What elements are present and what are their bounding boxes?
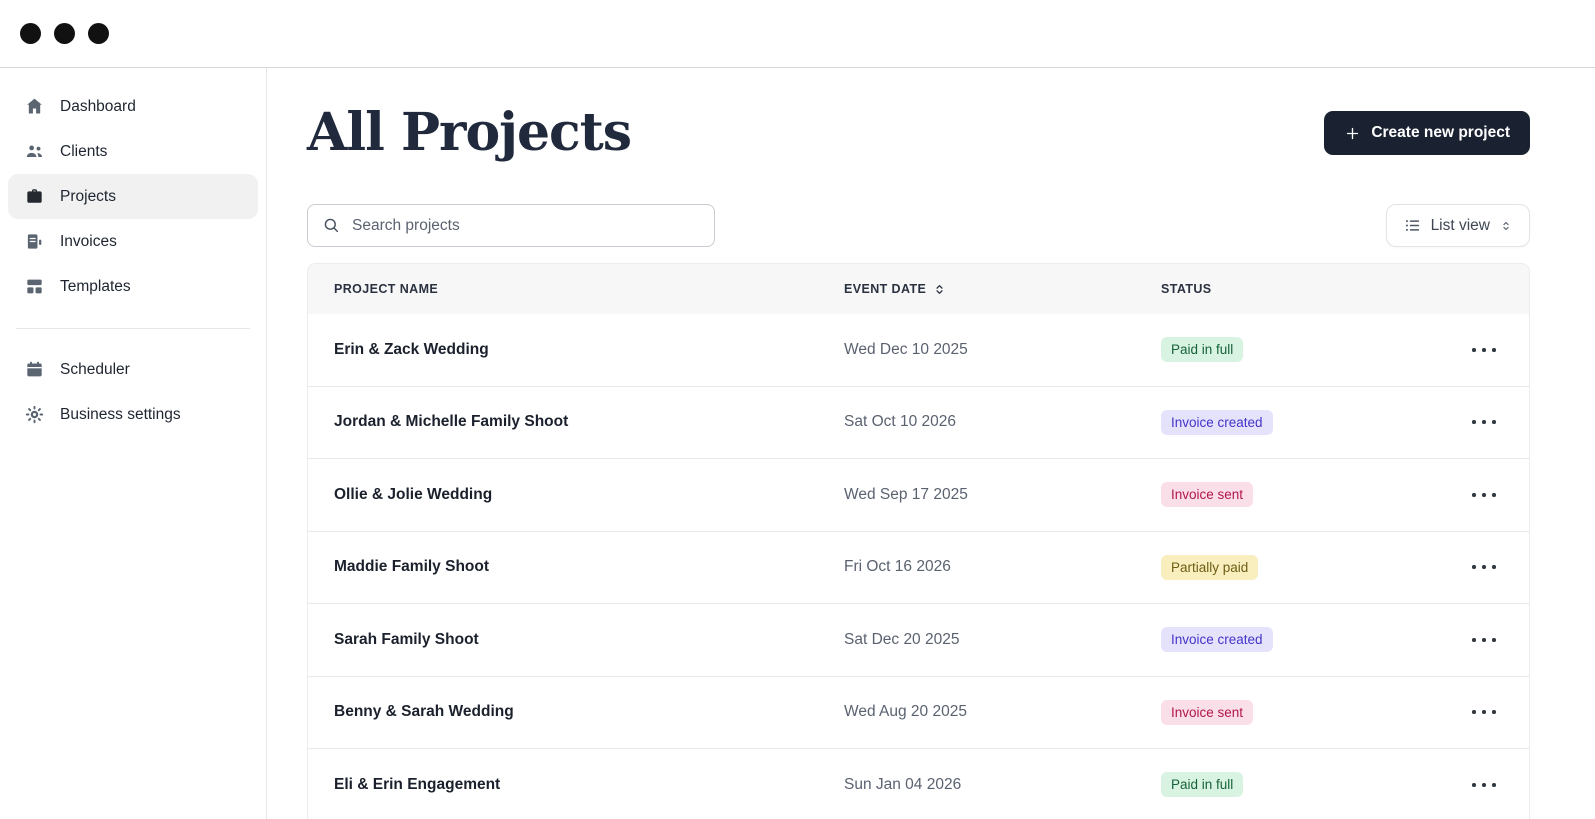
- table-row[interactable]: Sarah Family ShootSat Dec 20 2025Invoice…: [308, 604, 1529, 677]
- table-row[interactable]: Jordan & Michelle Family ShootSat Oct 10…: [308, 387, 1529, 460]
- sidebar-item-label: Invoices: [60, 233, 117, 251]
- sidebar-item-templates[interactable]: Templates: [8, 264, 258, 309]
- window-controls: [20, 23, 109, 44]
- table-row[interactable]: Erin & Zack WeddingWed Dec 10 2025Paid i…: [308, 314, 1529, 387]
- row-actions-menu-button[interactable]: [1464, 775, 1504, 795]
- sidebar-item-label: Dashboard: [60, 98, 136, 116]
- gear-icon: [23, 404, 45, 426]
- status-badge: Partially paid: [1161, 555, 1258, 580]
- event-date-cell: Sat Oct 10 2026: [844, 413, 1161, 431]
- search-icon: [322, 216, 341, 235]
- window-control-dot[interactable]: [54, 23, 75, 44]
- status-badge: Invoice created: [1161, 627, 1273, 652]
- list-icon: [1403, 216, 1422, 235]
- status-badge: Paid in full: [1161, 772, 1243, 797]
- sidebar-divider: [16, 328, 250, 329]
- window-control-dot[interactable]: [20, 23, 41, 44]
- sidebar-item-label: Projects: [60, 188, 116, 206]
- status-cell: Invoice sent: [1161, 482, 1439, 507]
- sidebar-nav-secondary: Scheduler Business settings: [8, 347, 258, 437]
- status-cell: Paid in full: [1161, 772, 1439, 797]
- sidebar-item-clients[interactable]: Clients: [8, 129, 258, 174]
- event-date-cell: Wed Sep 17 2025: [844, 486, 1161, 504]
- event-date-cell: Wed Dec 10 2025: [844, 341, 1161, 359]
- project-name-cell: Ollie & Jolie Wedding: [334, 486, 844, 504]
- row-actions-menu-button[interactable]: [1464, 485, 1504, 505]
- create-new-project-button[interactable]: Create new project: [1324, 111, 1530, 155]
- create-new-project-label: Create new project: [1371, 124, 1510, 142]
- row-actions-menu-button[interactable]: [1464, 340, 1504, 360]
- project-name-cell: Erin & Zack Wedding: [334, 341, 844, 359]
- column-header-status: STATUS: [1161, 282, 1439, 296]
- project-name-cell: Sarah Family Shoot: [334, 631, 844, 649]
- search-projects-box: [307, 204, 715, 247]
- plus-icon: [1344, 125, 1361, 142]
- table-header-row: PROJECT NAME EVENT DATE STATUS: [308, 264, 1529, 314]
- event-date-cell: Sun Jan 04 2026: [844, 776, 1161, 794]
- sidebar-item-invoices[interactable]: Invoices: [8, 219, 258, 264]
- sidebar-item-scheduler[interactable]: Scheduler: [8, 347, 258, 392]
- column-header-event-date[interactable]: EVENT DATE: [844, 282, 1161, 296]
- sort-up-down-icon: [933, 283, 946, 296]
- users-icon: [23, 141, 45, 163]
- row-actions-menu-button[interactable]: [1464, 630, 1504, 650]
- up-down-chevrons-icon: [1499, 219, 1513, 233]
- sidebar-item-projects[interactable]: Projects: [8, 174, 258, 219]
- app-shell: Dashboard Clients Projects Invoices Template…: [0, 68, 1595, 819]
- status-cell: Paid in full: [1161, 337, 1439, 362]
- view-mode-label: List view: [1431, 217, 1490, 235]
- project-name-cell: Benny & Sarah Wedding: [334, 703, 844, 721]
- templates-icon: [23, 276, 45, 298]
- status-cell: Partially paid: [1161, 555, 1439, 580]
- page-header: All Projects Create new project: [307, 102, 1530, 164]
- project-name-cell: Eli & Erin Engagement: [334, 776, 844, 794]
- status-cell: Invoice sent: [1161, 700, 1439, 725]
- project-name-cell: Jordan & Michelle Family Shoot: [334, 413, 844, 431]
- sidebar-item-label: Templates: [60, 278, 131, 296]
- page-title: All Projects: [307, 103, 631, 163]
- window-control-dot[interactable]: [88, 23, 109, 44]
- table-row[interactable]: Benny & Sarah WeddingWed Aug 20 2025Invo…: [308, 677, 1529, 750]
- toolbar: List view: [307, 204, 1530, 247]
- status-cell: Invoice created: [1161, 410, 1439, 435]
- main-content: All Projects Create new project: [267, 68, 1595, 819]
- project-name-cell: Maddie Family Shoot: [334, 558, 844, 576]
- sidebar-nav-primary: Dashboard Clients Projects Invoices Template…: [8, 84, 258, 309]
- table-body: Erin & Zack WeddingWed Dec 10 2025Paid i…: [308, 314, 1529, 819]
- row-actions-menu-button[interactable]: [1464, 412, 1504, 432]
- status-cell: Invoice created: [1161, 627, 1439, 652]
- event-date-cell: Sat Dec 20 2025: [844, 631, 1161, 649]
- briefcase-icon: [23, 186, 45, 208]
- table-row[interactable]: Ollie & Jolie WeddingWed Sep 17 2025Invo…: [308, 459, 1529, 532]
- table-row[interactable]: Eli & Erin EngagementSun Jan 04 2026Paid…: [308, 749, 1529, 819]
- status-badge: Invoice created: [1161, 410, 1273, 435]
- sidebar-item-dashboard[interactable]: Dashboard: [8, 84, 258, 129]
- calendar-icon: [23, 359, 45, 381]
- status-badge: Invoice sent: [1161, 700, 1253, 725]
- status-badge: Paid in full: [1161, 337, 1243, 362]
- sidebar-item-label: Business settings: [60, 406, 181, 424]
- invoice-icon: [23, 231, 45, 253]
- table-row[interactable]: Maddie Family ShootFri Oct 16 2026Partia…: [308, 532, 1529, 605]
- search-projects-input[interactable]: [352, 217, 700, 235]
- sidebar-item-label: Scheduler: [60, 361, 130, 379]
- sidebar-item-business-settings[interactable]: Business settings: [8, 392, 258, 437]
- sidebar-item-label: Clients: [60, 143, 107, 161]
- row-actions-menu-button[interactable]: [1464, 557, 1504, 577]
- event-date-cell: Wed Aug 20 2025: [844, 703, 1161, 721]
- view-mode-select[interactable]: List view: [1386, 204, 1530, 247]
- column-header-project-name: PROJECT NAME: [334, 282, 844, 296]
- status-badge: Invoice sent: [1161, 482, 1253, 507]
- sidebar: Dashboard Clients Projects Invoices Template…: [0, 68, 267, 819]
- event-date-cell: Fri Oct 16 2026: [844, 558, 1161, 576]
- projects-table: PROJECT NAME EVENT DATE STATUS Erin & Za…: [307, 263, 1530, 819]
- window-titlebar: [0, 0, 1595, 68]
- home-icon: [23, 96, 45, 118]
- row-actions-menu-button[interactable]: [1464, 702, 1504, 722]
